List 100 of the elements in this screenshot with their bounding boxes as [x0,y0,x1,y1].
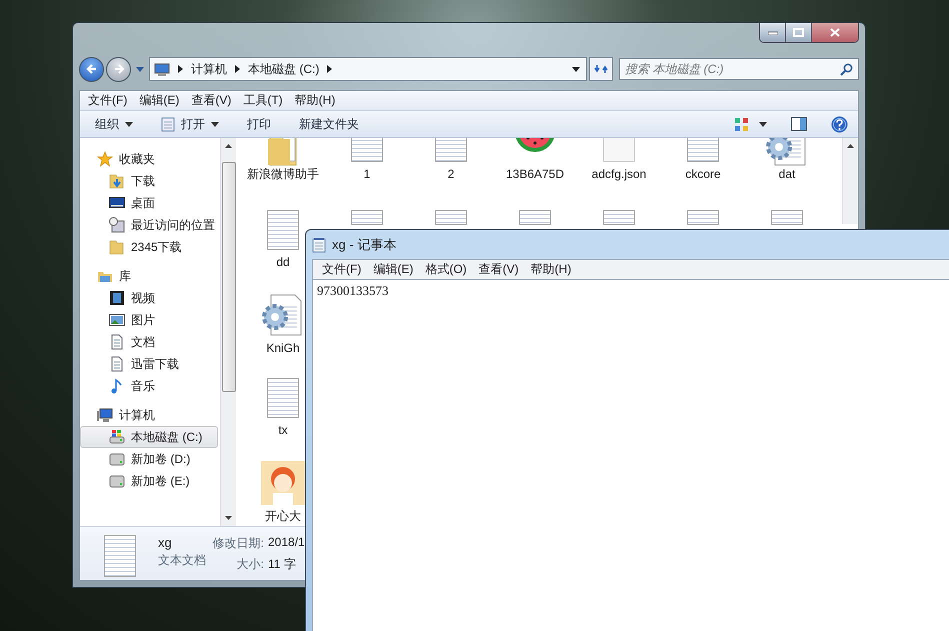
sidebar-item[interactable]: 最近访问的位置 [80,214,220,236]
breadcrumb[interactable]: 计算机 [191,60,227,78]
scrollbar[interactable] [220,138,236,526]
preview-pane-icon[interactable] [791,117,807,132]
menu-item[interactable]: 文件(F) [316,261,368,278]
file-type: 文本文档 [158,552,207,570]
scroll-up-icon[interactable] [847,144,854,148]
sidebar-item[interactable]: 音乐 [80,375,220,398]
chevron-icon[interactable] [178,65,183,73]
text-editor[interactable]: 97300133573 [312,279,949,631]
text-file-icon[interactable] [771,210,803,226]
chevron-icon[interactable] [327,65,332,73]
menu-item[interactable]: 编辑(E) [133,92,186,110]
computer-icon [97,407,113,424]
minimize-button[interactable] [760,23,786,42]
sidebar-item[interactable]: 桌面 [80,192,220,214]
toolbar-button[interactable]: 打印 [238,112,280,136]
caret-icon [125,122,133,127]
picture-icon [109,312,125,328]
menu-item[interactable]: 文件(F) [82,92,134,110]
file-name: 1 [362,166,372,184]
file-name: KniGh [265,340,301,358]
sidebar-group[interactable]: 计算机 [80,404,220,426]
file-name: adcfg.json [590,166,648,184]
text-file-icon[interactable] [351,210,383,226]
menu-item[interactable]: 帮助(H) [524,261,578,278]
close-button[interactable] [812,23,858,42]
toolbar-button[interactable]: 新建文件夹 [290,112,368,136]
sidebar-item[interactable]: 本地磁盘 (C:) [80,426,218,448]
cartoon-thumbnail[interactable] [261,462,305,504]
address-bar[interactable]: 计算机 本地磁盘 (C:) [149,57,587,81]
back-button[interactable] [79,56,104,82]
detail-value: 2018/1 [268,535,305,552]
sidebar-item[interactable]: 图片 [80,309,220,332]
drive-icon [109,451,125,468]
text-file-icon[interactable] [603,210,635,226]
detail-label: 大小: [236,556,264,574]
forward-arrow-icon [112,63,124,75]
document-icon [109,334,125,350]
sidebar-item[interactable]: 下载 [80,170,220,192]
document-text: 97300133573 [317,283,388,298]
star-icon [97,151,113,168]
detail-value: 11 字 [268,556,296,574]
sidebar-item[interactable]: 迅雷下载 [80,353,220,376]
sidebar-item[interactable]: 视频 [80,287,220,310]
caret-icon [211,122,219,127]
refresh-icon [594,62,608,76]
notepad-icon [161,116,175,132]
file-name: xg [158,535,173,550]
text-file-icon[interactable] [687,210,719,226]
dropdown-caret-icon[interactable] [572,66,580,72]
menu-item[interactable]: 查看(V) [185,92,238,110]
scrollbar-thumb[interactable] [222,162,236,392]
maximize-icon [793,28,804,37]
close-icon [830,28,840,37]
recent-places-icon [109,217,125,234]
toolbar-button[interactable]: 组织 [86,112,142,136]
menu-item[interactable]: 帮助(H) [288,92,342,110]
refresh-button[interactable] [589,57,613,81]
sidebar-group[interactable]: 库 [80,265,220,288]
minimize-icon [768,30,778,34]
search-icon[interactable] [840,63,853,76]
file-name: ckcore [684,166,722,184]
scrollbar[interactable] [842,138,858,224]
caret-icon[interactable] [759,122,767,127]
menu-item[interactable]: 格式(O) [419,261,473,278]
maximize-button[interactable] [786,23,812,42]
forward-button[interactable] [106,56,131,82]
text-file-icon[interactable] [351,138,383,162]
text-file-icon[interactable] [435,210,467,226]
sidebar-item[interactable]: 新加卷 (E:) [80,470,220,492]
view-options-icon[interactable] [734,116,749,132]
menu-item[interactable]: 编辑(E) [367,261,420,278]
text-file-icon[interactable] [267,378,299,418]
help-icon[interactable] [831,116,848,133]
drive-icon [109,429,125,446]
menu-item[interactable]: 查看(V) [472,261,525,278]
computer-icon [154,61,170,77]
breadcrumb[interactable]: 本地磁盘 (C:) [248,60,320,78]
drive-icon [109,473,125,490]
toolbar-button[interactable]: 打开 [152,112,228,136]
scroll-down-icon[interactable] [225,516,232,520]
text-file-icon[interactable] [267,210,299,250]
text-file-icon[interactable] [519,210,551,226]
folder-icon [109,239,125,256]
sidebar-item[interactable]: 文档 [80,331,220,354]
file-name: dat [778,166,796,184]
scroll-up-icon[interactable] [225,144,232,148]
sidebar-item[interactable]: 2345下载 [80,236,220,258]
text-file-icon[interactable] [435,138,467,162]
menu-item[interactable]: 工具(T) [237,92,289,110]
chevron-icon[interactable] [235,65,240,73]
film-icon [109,290,125,306]
notepad-icon [312,236,326,252]
text-file-icon[interactable] [687,138,719,162]
sidebar-item[interactable]: 新加卷 (D:) [80,448,220,470]
sidebar-group[interactable]: 收藏夹 [80,148,220,170]
detail-label: 修改日期: [212,535,264,552]
window-title: xg - 记事本 [332,236,396,254]
search-field[interactable]: 搜索 本地磁盘 (C:) [619,58,859,80]
